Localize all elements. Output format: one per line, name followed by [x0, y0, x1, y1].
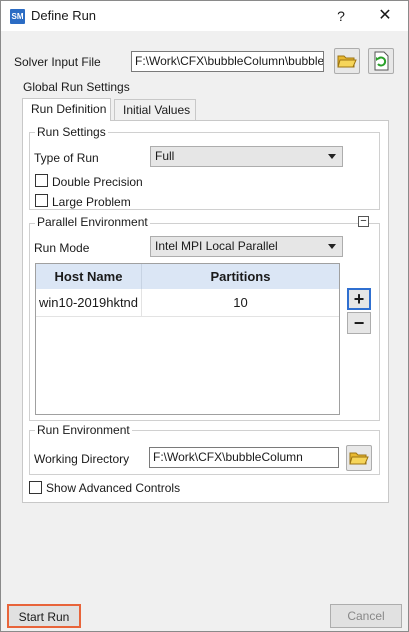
- parallel-env-title: Parallel Environment: [35, 215, 150, 229]
- remove-host-button[interactable]: −: [347, 312, 371, 334]
- run-mode-value: Intel MPI Local Parallel: [155, 239, 278, 253]
- double-precision-label: Double Precision: [52, 175, 143, 189]
- chevron-down-icon: [328, 154, 336, 159]
- working-dir-field[interactable]: F:\Work\CFX\bubbleColumn: [149, 447, 339, 468]
- show-advanced-label: Show Advanced Controls: [46, 481, 181, 495]
- solver-input-field[interactable]: F:\Work\CFX\bubbleColumn\bubble.def: [131, 51, 324, 72]
- host-name-cell[interactable]: win10-2019hktnd: [36, 289, 142, 317]
- host-name-header[interactable]: Host Name: [36, 264, 142, 289]
- run-mode-label: Run Mode: [34, 241, 90, 255]
- folder-open-icon: [337, 55, 357, 68]
- tab-initial-values[interactable]: Initial Values: [114, 99, 196, 121]
- reload-file-icon: [374, 51, 389, 71]
- window-title: Define Run: [31, 8, 97, 23]
- browse-working-dir-button[interactable]: [346, 445, 372, 471]
- partitions-header[interactable]: Partitions: [142, 264, 339, 289]
- run-mode-select[interactable]: Intel MPI Local Parallel: [150, 236, 343, 257]
- chevron-down-icon: [328, 244, 336, 249]
- global-settings-title: Global Run Settings: [23, 80, 130, 94]
- cancel-button[interactable]: Cancel: [330, 604, 402, 628]
- show-advanced-checkbox[interactable]: [29, 481, 42, 494]
- type-of-run-label: Type of Run: [34, 151, 99, 165]
- browse-solver-button[interactable]: [334, 48, 360, 74]
- reload-solver-button[interactable]: [368, 48, 394, 74]
- working-dir-label: Working Directory: [34, 452, 130, 466]
- close-button[interactable]: ✕: [375, 6, 395, 26]
- title-bar: SM Define Run ? ✕: [1, 1, 408, 31]
- folder-open-icon: [349, 452, 369, 465]
- large-problem-label: Large Problem: [52, 195, 131, 209]
- partitions-cell[interactable]: 10: [142, 289, 339, 317]
- run-env-title: Run Environment: [35, 423, 132, 437]
- double-precision-checkbox[interactable]: [35, 174, 48, 187]
- solver-input-label: Solver Input File: [14, 55, 101, 69]
- large-problem-checkbox[interactable]: [35, 194, 48, 207]
- help-button[interactable]: ?: [331, 6, 351, 26]
- define-run-dialog: SM Define Run ? ✕ Solver Input File F:\W…: [0, 0, 409, 632]
- host-table: Host Name Partitions win10-2019hktnd 10: [35, 263, 340, 415]
- tab-run-definition[interactable]: Run Definition: [22, 98, 111, 121]
- type-of-run-select[interactable]: Full: [150, 146, 343, 167]
- app-icon: SM: [10, 9, 25, 24]
- start-run-button[interactable]: Start Run: [7, 604, 81, 628]
- add-host-button[interactable]: +: [347, 288, 371, 310]
- collapse-parallel-button[interactable]: −: [358, 216, 369, 227]
- run-settings-title: Run Settings: [35, 125, 108, 139]
- type-of-run-value: Full: [155, 149, 175, 163]
